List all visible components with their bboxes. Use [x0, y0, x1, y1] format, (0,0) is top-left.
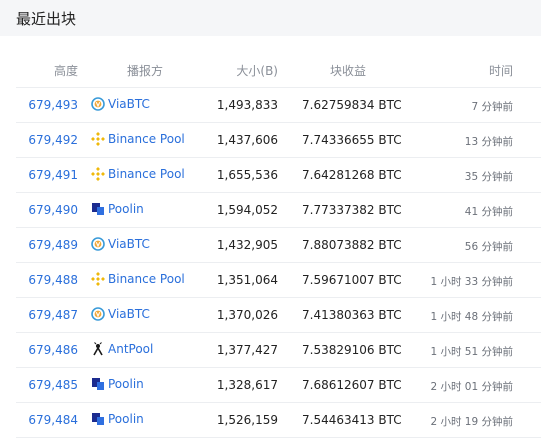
- poolin-icon: [91, 412, 105, 426]
- section-header: 最近出块: [0, 0, 541, 36]
- block-size: 1,351,064: [216, 273, 278, 287]
- block-height-link[interactable]: 679,489: [16, 238, 78, 252]
- block-size: 1,370,026: [216, 308, 278, 322]
- block-time: 41 分钟前: [464, 206, 513, 218]
- block-size: 1,377,427: [216, 343, 278, 357]
- block-reward: 7.64281268 BTC: [302, 168, 402, 182]
- block-height-link[interactable]: 679,490: [16, 203, 78, 217]
- viabtc-icon: [91, 307, 105, 321]
- block-time: 1 小时 33 分钟前: [430, 276, 513, 288]
- table-row: 679,492 Binance Pool 1,437,606 7.74336655 B…: [16, 123, 541, 158]
- poolin-icon: [91, 377, 105, 391]
- table-row: 679,490 Poolin 1,594,052 7.77337382 BTC 41 分…: [16, 193, 541, 228]
- block-size: 1,594,052: [216, 203, 278, 217]
- block-height-link[interactable]: 679,493: [16, 98, 78, 112]
- block-size: 1,493,833: [216, 98, 278, 112]
- block-time: 7 分钟前: [471, 101, 513, 113]
- block-time: 56 分钟前: [464, 241, 513, 253]
- miner-name: ViaBTC: [108, 307, 150, 321]
- block-time: 13 分钟前: [464, 136, 513, 148]
- recent-blocks-table: 高度 播报方 大小(B) 块收益 时间 679,493 ViaBTC 1,493,8…: [16, 52, 541, 438]
- block-height-link[interactable]: 679,488: [16, 273, 78, 287]
- binance-pool-icon: [91, 272, 105, 286]
- block-reward: 7.53829106 BTC: [302, 343, 402, 357]
- block-size: 1,655,536: [216, 168, 278, 182]
- antpool-icon: [91, 342, 105, 356]
- table-row: 679,489 ViaBTC 1,432,905 7.88073882 BTC 56 分…: [16, 228, 541, 263]
- miner-link[interactable]: Binance Pool: [91, 132, 185, 146]
- column-header-time: 时间: [488, 64, 513, 78]
- miner-link[interactable]: Poolin: [91, 412, 144, 426]
- miner-name: AntPool: [108, 342, 154, 356]
- miner-link[interactable]: ViaBTC: [91, 237, 150, 251]
- table-row: 679,486 AntPool 1,377,427 7.53829106 BTC 1 小…: [16, 333, 541, 368]
- miner-name: Binance Pool: [108, 132, 185, 146]
- table-row: 679,488 Binance Pool 1,351,064 7.59671007 B…: [16, 263, 541, 298]
- table-row: 679,493 ViaBTC 1,493,833 7.62759834 BTC 7 分钟…: [16, 88, 541, 123]
- block-height-link[interactable]: 679,491: [16, 168, 78, 182]
- poolin-icon: [91, 202, 105, 216]
- block-reward: 7.68612607 BTC: [302, 378, 402, 392]
- table-body: 679,493 ViaBTC 1,493,833 7.62759834 BTC 7 分钟…: [16, 88, 541, 438]
- miner-link[interactable]: Binance Pool: [91, 272, 185, 286]
- block-reward: 7.88073882 BTC: [302, 238, 402, 252]
- binance-pool-icon: [91, 167, 105, 181]
- block-height-link[interactable]: 679,485: [16, 378, 78, 392]
- binance-pool-icon: [91, 132, 105, 146]
- block-size: 1,432,905: [216, 238, 278, 252]
- block-time: 1 小时 48 分钟前: [430, 311, 513, 323]
- table-row: 679,491 Binance Pool 1,655,536 7.64281268 B…: [16, 158, 541, 193]
- column-header-size: 大小(B): [236, 64, 278, 78]
- block-time: 1 小时 51 分钟前: [430, 346, 513, 358]
- miner-link[interactable]: Poolin: [91, 377, 144, 391]
- viabtc-icon: [91, 97, 105, 111]
- miner-link[interactable]: Poolin: [91, 202, 144, 216]
- column-header-reward: 块收益: [330, 64, 367, 78]
- miner-link[interactable]: ViaBTC: [91, 97, 150, 111]
- block-reward: 7.77337382 BTC: [302, 203, 402, 217]
- block-height-link[interactable]: 679,486: [16, 343, 78, 357]
- table-row: 679,485 Poolin 1,328,617 7.68612607 BTC 2 小时…: [16, 368, 541, 403]
- column-header-height: 高度: [53, 64, 78, 78]
- section-title: 最近出块: [16, 10, 77, 28]
- block-reward: 7.54463413 BTC: [302, 413, 402, 427]
- block-height-link[interactable]: 679,487: [16, 308, 78, 322]
- block-reward: 7.59671007 BTC: [302, 273, 402, 287]
- block-time: 35 分钟前: [464, 171, 513, 183]
- viabtc-icon: [91, 237, 105, 251]
- miner-name: Binance Pool: [108, 272, 185, 286]
- block-reward: 7.62759834 BTC: [302, 98, 402, 112]
- miner-name: ViaBTC: [108, 237, 150, 251]
- miner-name: ViaBTC: [108, 97, 150, 111]
- block-size: 1,437,606: [216, 133, 278, 147]
- miner-name: Binance Pool: [108, 167, 185, 181]
- table-row: 679,484 Poolin 1,526,159 7.54463413 BTC 2 小时…: [16, 403, 541, 438]
- miner-name: Poolin: [108, 202, 144, 216]
- block-size: 1,526,159: [216, 413, 278, 427]
- block-time: 2 小时 01 分钟前: [430, 381, 513, 393]
- table-header: 高度 播报方 大小(B) 块收益 时间: [16, 52, 541, 88]
- miner-link[interactable]: ViaBTC: [91, 307, 150, 321]
- block-reward: 7.74336655 BTC: [302, 133, 402, 147]
- block-size: 1,328,617: [216, 378, 278, 392]
- block-height-link[interactable]: 679,484: [16, 413, 78, 427]
- block-reward: 7.41380363 BTC: [302, 308, 402, 322]
- miner-name: Poolin: [108, 377, 144, 391]
- column-header-miner: 播报方: [127, 64, 164, 78]
- miner-name: Poolin: [108, 412, 144, 426]
- block-height-link[interactable]: 679,492: [16, 133, 78, 147]
- miner-link[interactable]: Binance Pool: [91, 167, 185, 181]
- miner-link[interactable]: AntPool: [91, 342, 153, 356]
- table-row: 679,487 ViaBTC 1,370,026 7.41380363 BTC 1 小时…: [16, 298, 541, 333]
- block-time: 2 小时 19 分钟前: [430, 416, 513, 428]
